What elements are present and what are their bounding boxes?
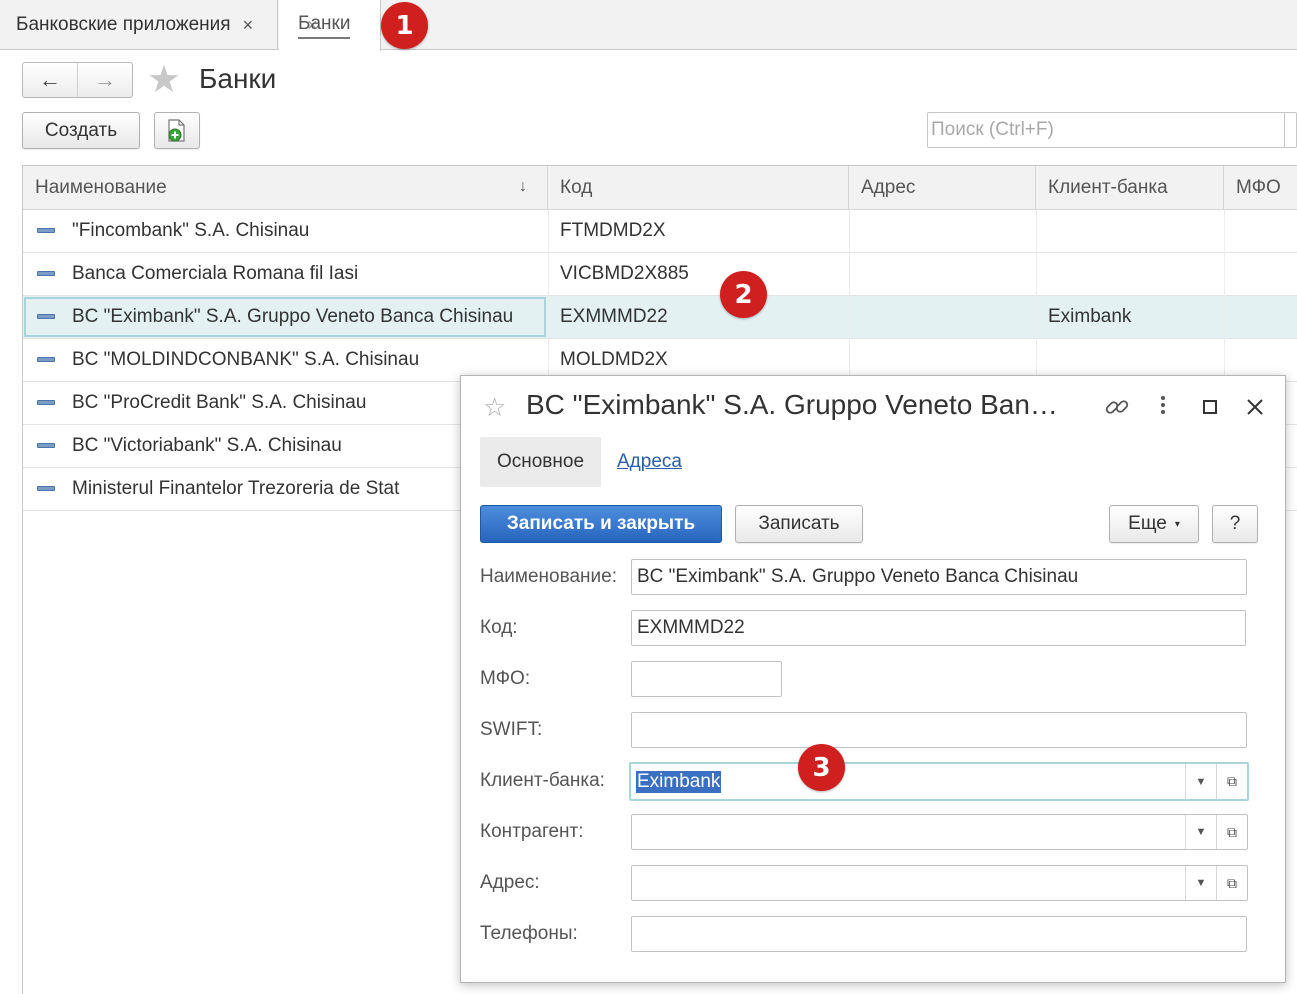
item-marker-icon <box>37 443 55 448</box>
name-label: Наименование: <box>480 566 617 587</box>
sort-arrow-icon: ↓ <box>519 178 527 195</box>
code-label: Код: <box>480 617 518 638</box>
code-field[interactable]: EXMMMD22 <box>631 610 1246 646</box>
table-row[interactable]: Banca Comerciala Romana fil Iasi VICBMD2… <box>23 253 1297 296</box>
more-label: Еще <box>1128 513 1167 534</box>
cell-client-bank: Eximbank <box>1048 306 1132 327</box>
search-input[interactable]: Поиск (Ctrl+F) <box>927 112 1297 148</box>
copy-button[interactable] <box>154 112 200 149</box>
mfo-label: МФО: <box>480 668 531 689</box>
name-field[interactable]: BC "Eximbank" S.A. Gruppo Veneto Banca C… <box>631 559 1247 595</box>
tab-banks[interactable]: Банки × <box>279 0 381 51</box>
cell-code: VICBMD2X885 <box>560 263 689 284</box>
item-marker-icon <box>37 486 55 491</box>
maximize-icon[interactable] <box>1201 396 1219 422</box>
column-label: Клиент-банка <box>1048 177 1168 198</box>
cell-code: EXMMMD22 <box>560 306 668 327</box>
column-header-mfo[interactable]: МФО <box>1224 166 1297 210</box>
phones-field[interactable] <box>631 916 1247 952</box>
column-label: МФО <box>1236 177 1281 198</box>
open-item-icon[interactable]: ⧉ <box>1216 815 1247 849</box>
save-and-close-button[interactable]: Записать и закрыть <box>480 505 722 543</box>
address-field[interactable]: ▼ ⧉ <box>631 865 1248 901</box>
open-item-icon[interactable]: ⧉ <box>1216 764 1247 799</box>
tab-addresses-link[interactable]: Адреса <box>617 451 682 473</box>
item-marker-icon <box>37 314 55 319</box>
create-button[interactable]: Создать <box>22 112 140 149</box>
cell-name: BC "Eximbank" S.A. Gruppo Veneto Banca C… <box>72 306 514 327</box>
page-title: Банки <box>199 63 277 94</box>
dropdown-arrow-icon[interactable]: ▼ <box>1185 815 1216 849</box>
table-row[interactable]: "Fincombank" S.A. Chisinau FTMDMD2X <box>23 210 1297 253</box>
cell-name: BC "Victoriabank" S.A. Chisinau <box>72 435 342 456</box>
cell-code: FTMDMD2X <box>560 220 666 241</box>
add-document-icon <box>168 118 185 142</box>
callout-badge-2: 2 <box>720 271 767 318</box>
column-header-code[interactable]: Код <box>548 166 849 210</box>
open-item-icon[interactable]: ⧉ <box>1216 866 1247 900</box>
swift-field[interactable] <box>631 712 1247 748</box>
column-label: Код <box>560 177 593 198</box>
bank-edit-dialog: ☆ BC "Eximbank" S.A. Gruppo Veneto Ban… … <box>460 375 1286 983</box>
help-button[interactable]: ? <box>1212 505 1258 543</box>
client-bank-value: Eximbank <box>636 770 722 793</box>
tab-label: Банковские приложения <box>16 14 231 35</box>
counterparty-label: Контрагент: <box>480 821 584 842</box>
mfo-field[interactable] <box>631 661 782 697</box>
column-label: Наименование <box>35 177 167 198</box>
save-button[interactable]: Записать <box>735 505 863 543</box>
navigation-buttons: ← → <box>22 62 133 98</box>
more-dropdown-button[interactable]: Еще ▾ <box>1109 505 1199 543</box>
phones-label: Телефоны: <box>480 923 578 944</box>
dialog-title: BC "Eximbank" S.A. Gruppo Veneto Ban… <box>526 389 1058 420</box>
dropdown-arrow-icon[interactable]: ▼ <box>1185 764 1216 799</box>
link-icon[interactable] <box>1104 394 1130 426</box>
search-placeholder: Поиск (Ctrl+F) <box>931 119 1054 140</box>
counterparty-field[interactable]: ▼ ⧉ <box>631 814 1248 850</box>
column-label: Адрес <box>861 177 916 198</box>
cell-name: BC "ProCredit Bank" S.A. Chisinau <box>72 392 367 413</box>
table-row-selected[interactable]: BC "Eximbank" S.A. Gruppo Veneto Banca C… <box>23 296 1297 339</box>
column-header-client-bank[interactable]: Клиент-банка <box>1036 166 1224 210</box>
table-header: Наименование ↓ Код Адрес Клиент-банка МФ… <box>23 166 1297 210</box>
callout-badge-1: 1 <box>381 2 428 49</box>
back-arrow-icon[interactable]: ← <box>23 63 78 97</box>
favorite-star-outline-icon[interactable]: ☆ <box>483 392 506 423</box>
dropdown-arrow-icon[interactable]: ▼ <box>1185 866 1216 900</box>
item-marker-icon <box>37 228 55 233</box>
item-marker-icon <box>37 357 55 362</box>
callout-badge-3: 3 <box>798 744 845 791</box>
tab-bank-applications[interactable]: Банковские приложения × <box>0 0 278 50</box>
column-header-name[interactable]: Наименование ↓ <box>23 166 548 210</box>
window-tab-bar: Банковские приложения × Банки × <box>0 0 1297 51</box>
chevron-down-icon: ▾ <box>1174 518 1180 530</box>
cell-name: Ministerul Finantelor Trezoreria de Stat <box>72 478 400 499</box>
forward-arrow-icon[interactable]: → <box>78 63 132 97</box>
item-marker-icon <box>37 271 55 276</box>
column-header-address[interactable]: Адрес <box>849 166 1036 210</box>
tab-main[interactable]: Основное <box>480 437 601 487</box>
swift-label: SWIFT: <box>480 719 543 740</box>
client-bank-field[interactable]: Eximbank ▼ ⧉ <box>629 762 1249 801</box>
item-marker-icon <box>37 400 55 405</box>
more-vertical-icon[interactable] <box>1158 392 1168 424</box>
cell-name: BC "MOLDINDCONBANK" S.A. Chisinau <box>72 349 420 370</box>
search-divider <box>1284 113 1285 147</box>
close-icon[interactable] <box>1246 396 1264 422</box>
cell-name: Banca Comerciala Romana fil Iasi <box>72 263 359 284</box>
address-label: Адрес: <box>480 872 540 893</box>
client-bank-label: Клиент-банка: <box>480 770 605 791</box>
close-icon[interactable]: × <box>243 15 254 36</box>
favorite-star-icon[interactable]: ★ <box>147 60 181 100</box>
tab-label: Банки <box>298 13 351 39</box>
cell-name: "Fincombank" S.A. Chisinau <box>72 220 310 241</box>
